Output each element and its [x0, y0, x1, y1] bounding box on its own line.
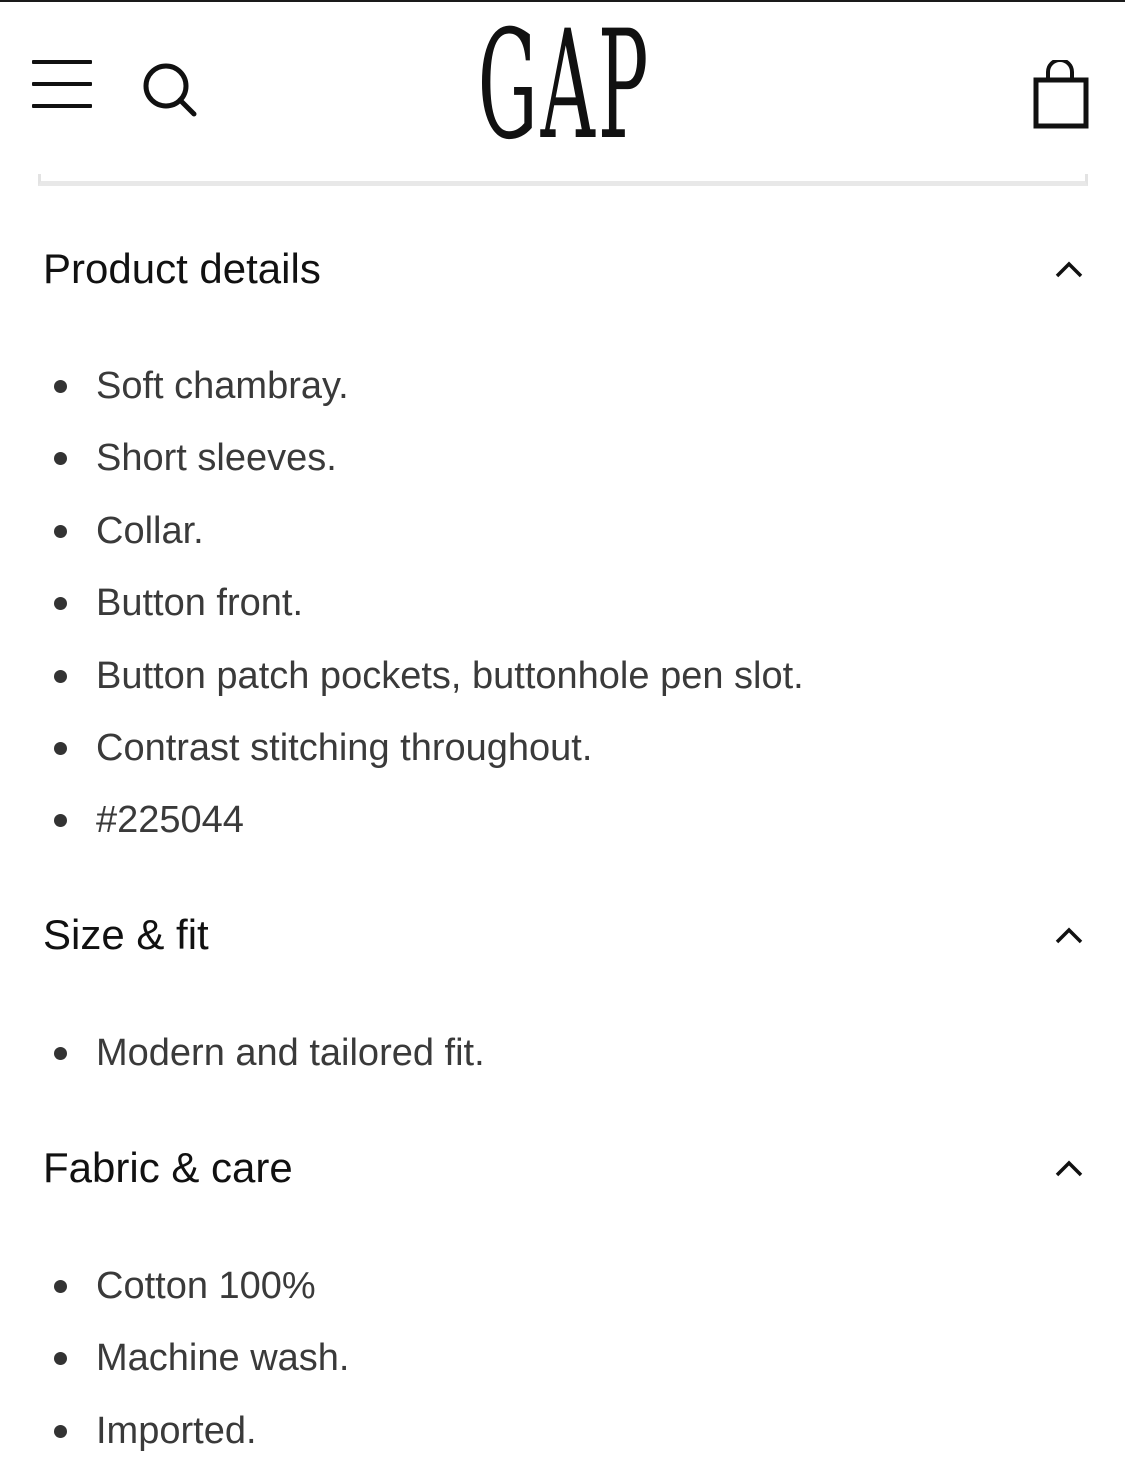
- bullet: [54, 814, 67, 828]
- chevron-up-icon[interactable]: [1048, 1153, 1090, 1183]
- list-item: Modern and tailored fit.: [0, 1017, 1125, 1089]
- gap-logo-text: GAP: [478, 0, 652, 173]
- list-item-text: Cotton 100%: [96, 1265, 316, 1307]
- list-item-text: Soft chambray.: [96, 365, 349, 407]
- list-item: Machine wash.: [0, 1322, 1125, 1394]
- bullet: [54, 741, 67, 755]
- bullet: [54, 524, 67, 538]
- list-item: Soft chambray.: [0, 350, 1125, 422]
- section-title: Fabric & care: [43, 1144, 293, 1191]
- list-item-text: Button patch pockets, buttonhole pen slo…: [96, 654, 804, 697]
- bullet: [54, 1352, 67, 1366]
- site-header: GAP: [0, 2, 1125, 172]
- product-info-page: GAP Product details Soft chambray. Short…: [0, 0, 1125, 1484]
- list-item: Short sleeves.: [0, 422, 1125, 494]
- search-icon[interactable]: [140, 62, 200, 118]
- gap-logo[interactable]: GAP: [460, 11, 670, 161]
- list-item: Imported.: [0, 1395, 1125, 1467]
- list-item-text: Collar.: [96, 509, 204, 552]
- list-item-text: Imported.: [96, 1409, 257, 1452]
- section-title: Product details: [43, 245, 321, 292]
- header-divider: [38, 174, 1088, 186]
- bullet: [54, 597, 67, 611]
- bullet: [54, 1424, 67, 1438]
- bullet: [54, 1280, 67, 1293]
- fabric-care-list: Cotton 100% Machine wash. Imported.: [0, 1250, 1125, 1467]
- bullet: [54, 669, 67, 683]
- section-title: Size & fit: [43, 911, 209, 958]
- section-header-fabric-care[interactable]: Fabric & care: [0, 1133, 1125, 1203]
- chevron-up-icon[interactable]: [1048, 254, 1090, 284]
- list-item-text: Button front.: [96, 582, 304, 625]
- list-item: Cotton 100%: [0, 1250, 1125, 1322]
- list-item-text: Short sleeves.: [96, 437, 337, 480]
- list-item-text: Contrast stitching throughout.: [96, 726, 593, 769]
- bullet: [54, 380, 67, 393]
- bullet: [54, 452, 67, 466]
- list-item: Contrast stitching throughout.: [0, 712, 1125, 784]
- bullet: [54, 1047, 67, 1060]
- list-item: Button patch pockets, buttonhole pen slo…: [0, 640, 1125, 712]
- list-item: Collar.: [0, 495, 1125, 567]
- chevron-up-icon[interactable]: [1048, 920, 1090, 950]
- section-header-size-fit[interactable]: Size & fit: [0, 900, 1125, 970]
- list-item-text: #225044: [96, 799, 244, 842]
- list-item: Button front.: [0, 567, 1125, 639]
- list-item: #225044: [0, 784, 1125, 856]
- list-item-text: Modern and tailored fit.: [96, 1032, 485, 1074]
- hamburger-menu-icon[interactable]: [32, 60, 92, 112]
- shopping-bag-icon[interactable]: [1032, 58, 1092, 130]
- product-details-list: Soft chambray. Short sleeves. Collar. Bu…: [0, 350, 1125, 857]
- size-fit-list: Modern and tailored fit.: [0, 1017, 1125, 1089]
- list-item-text: Machine wash.: [96, 1337, 350, 1380]
- section-header-product-details[interactable]: Product details: [0, 234, 1125, 304]
